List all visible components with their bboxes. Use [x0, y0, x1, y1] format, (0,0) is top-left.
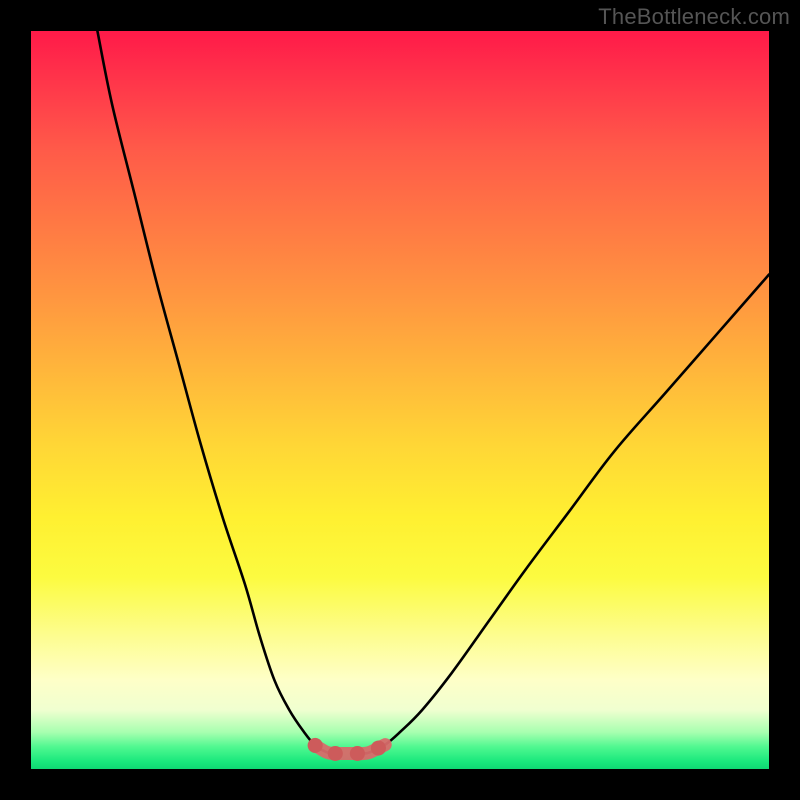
right-curve-path — [356, 275, 769, 754]
chart-svg — [31, 31, 769, 769]
left-curve-path — [97, 31, 341, 754]
plot-area — [31, 31, 769, 769]
chart-frame: TheBottleneck.com — [0, 0, 800, 800]
watermark-text: TheBottleneck.com — [598, 4, 790, 30]
